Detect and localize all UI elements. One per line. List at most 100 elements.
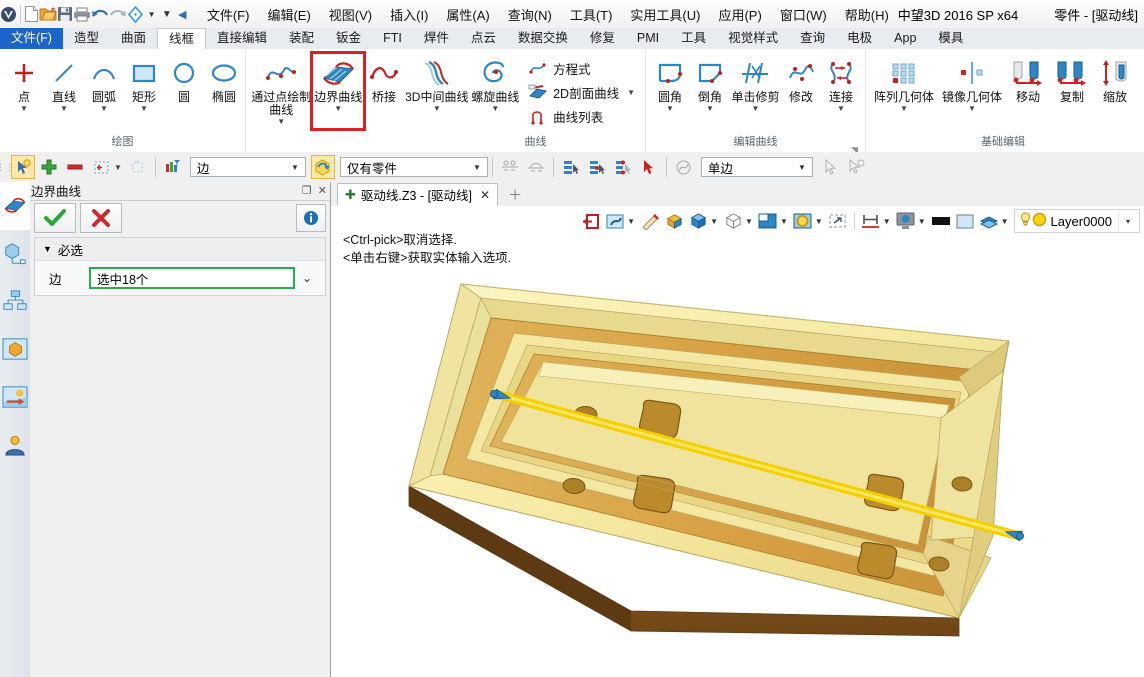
ribbon-tab-tools[interactable]: 工具 — [670, 28, 717, 49]
menu-application[interactable]: 应用(P) — [709, 2, 770, 27]
snap-icon[interactable] — [672, 155, 696, 179]
chevron-down-icon[interactable]: ▼ — [100, 105, 108, 113]
sidebar-item-part-preview[interactable] — [0, 326, 30, 374]
chevron-down-icon[interactable]: ▼ — [20, 105, 28, 113]
chevron-down-icon[interactable]: ▼ — [837, 105, 845, 113]
sidebar-item-boundary-curve[interactable] — [0, 182, 30, 230]
ribbon-tab-modeling[interactable]: 造型 — [63, 28, 110, 49]
new-tab-button[interactable]: ＋ — [498, 183, 532, 206]
collapse-arrow-icon[interactable]: ◀ — [175, 1, 190, 27]
chevron-down-icon[interactable]: ▼ — [60, 105, 68, 113]
customize-caret-icon[interactable]: ▼ — [159, 1, 174, 27]
dialog-launcher-icon[interactable]: ◥ — [850, 142, 859, 151]
edge-input-field[interactable]: 选中18个 — [89, 267, 295, 289]
chevron-down-icon[interactable]: ▼ — [491, 105, 499, 113]
ribbon-tab-wireframe[interactable]: 线框 — [157, 28, 206, 49]
open-folder-icon[interactable] — [39, 1, 57, 27]
ribbon-button-mirror-geometry[interactable]: 镜像几何体 ▼ — [938, 53, 1006, 113]
menu-file[interactable]: 文件(F) — [198, 2, 259, 27]
app-logo-icon[interactable] — [0, 1, 17, 27]
chevron-double-down-icon[interactable]: ⌄ — [295, 271, 319, 285]
chevron-down-icon[interactable]: ▼ — [900, 105, 908, 113]
ribbon-tab-visual-style[interactable]: 视觉样式 — [717, 28, 789, 49]
dropdown-caret-icon[interactable]: ▼ — [144, 1, 159, 27]
print-icon[interactable] — [73, 1, 91, 27]
document-tab[interactable]: ✚ 驱动线.Z3 - [驱动线] ✕ — [337, 183, 498, 206]
pointer-icon[interactable] — [637, 155, 661, 179]
ribbon-button-helix[interactable]: 螺旋曲线 ▼ — [470, 53, 522, 113]
ribbon-tab-direct-edit[interactable]: 直接编辑 — [206, 28, 278, 49]
scope-filter-combo[interactable]: 仅有零件 ▼ — [340, 157, 488, 177]
ribbon-tab-pmi[interactable]: PMI — [626, 28, 670, 49]
ribbon-button-join-curve[interactable]: 连接 ▼ — [821, 53, 861, 113]
sidebar-item-history-manager[interactable] — [0, 230, 30, 278]
chevron-down-icon[interactable]: ▼ — [43, 244, 52, 254]
sidebar-item-scene[interactable] — [0, 374, 30, 422]
required-section-header[interactable]: ▼ 必选 — [35, 238, 325, 261]
ribbon-button-equation[interactable]: 方程式 — [523, 56, 639, 80]
ribbon-button-3d-middle-curve[interactable]: 3D中间曲线 ▼ — [404, 53, 469, 113]
restore-icon[interactable]: ❐ — [302, 184, 312, 197]
edge-mode-combo[interactable]: 单边 ▼ — [701, 157, 813, 177]
chevron-down-icon[interactable]: ▼ — [433, 105, 441, 113]
sidebar-item-user[interactable] — [0, 422, 30, 470]
ok-button[interactable] — [34, 203, 76, 233]
ribbon-button-trim-click[interactable]: 单击修剪 ▼ — [730, 53, 781, 113]
ribbon-tab-fti[interactable]: FTI — [372, 28, 413, 49]
ribbon-button-bridge[interactable]: 桥接 — [364, 53, 404, 104]
chevron-down-icon[interactable]: ▼ — [968, 105, 976, 113]
menu-insert[interactable]: 插入(I) — [381, 2, 437, 27]
chevron-down-icon[interactable]: ▼ — [140, 105, 148, 113]
chevron-down-icon[interactable]: ▼ — [469, 163, 485, 172]
undo-icon[interactable] — [91, 1, 109, 27]
ribbon-button-scale[interactable]: 缩放 — [1094, 53, 1136, 104]
ribbon-button-2d-section-curve[interactable]: 2D剖面曲线 ▼ — [523, 80, 639, 104]
chevron-down-icon[interactable]: ▼ — [287, 163, 303, 172]
ribbon-tab-file[interactable]: 文件(F) — [0, 28, 63, 49]
pick-list-2-icon[interactable] — [585, 155, 609, 179]
ribbon-button-circle[interactable]: 圆 — [164, 53, 204, 104]
angle-ref-icon[interactable] — [524, 155, 548, 179]
info-button[interactable] — [296, 204, 326, 232]
ribbon-button-chamfer[interactable]: 倒角 ▼ — [690, 53, 730, 113]
toolbar-grip[interactable]: ⋮⋮ — [0, 157, 10, 177]
orient-icon[interactable] — [127, 1, 144, 27]
menu-view[interactable]: 视图(V) — [320, 2, 381, 27]
ribbon-button-curve-list[interactable]: 曲线列表 — [523, 104, 639, 128]
chevron-down-icon[interactable]: ▼ — [706, 105, 714, 113]
close-icon[interactable]: ✕ — [480, 188, 490, 202]
chevron-down-icon[interactable]: ▼ — [114, 163, 122, 172]
chevron-down-icon[interactable]: ▼ — [666, 105, 674, 113]
part-scope-icon[interactable] — [311, 155, 335, 179]
new-document-icon[interactable] — [24, 1, 39, 27]
ribbon-tab-pointcloud[interactable]: 点云 — [460, 28, 507, 49]
graphics-viewport[interactable]: ▼ ▼ ▼ ▼ ▼ — [331, 206, 1144, 677]
ribbon-tab-electrode[interactable]: 电极 — [836, 28, 883, 49]
ribbon-tab-data-exchange[interactable]: 数据交换 — [507, 28, 579, 49]
save-icon[interactable] — [57, 1, 73, 27]
chevron-down-icon[interactable]: ▼ — [794, 163, 810, 172]
filter-color-icon[interactable] — [161, 155, 185, 179]
ribbon-button-modify-curve[interactable]: 修改 — [781, 53, 821, 104]
ribbon-tab-sheetmetal[interactable]: 钣金 — [325, 28, 372, 49]
sidebar-item-assembly-tree[interactable] — [0, 278, 30, 326]
distance-ref-icon[interactable] — [498, 155, 522, 179]
menu-attribute[interactable]: 属性(A) — [437, 2, 498, 27]
ribbon-tab-surface[interactable]: 曲面 — [110, 28, 157, 49]
menu-help[interactable]: 帮助(H) — [836, 2, 898, 27]
chevron-down-icon[interactable]: ▼ — [334, 105, 342, 113]
cursor-settings-icon[interactable] — [845, 155, 869, 179]
ribbon-button-boundary-curve[interactable]: 边界曲线 ▼ — [312, 53, 364, 129]
menu-edit[interactable]: 编辑(E) — [258, 2, 319, 27]
ribbon-button-line[interactable]: 直线 ▼ — [44, 53, 84, 113]
chevron-down-icon[interactable]: ▼ — [277, 118, 285, 126]
ribbon-button-pattern-geometry[interactable]: 阵列几何体 ▼ — [870, 53, 938, 113]
ribbon-button-copy[interactable]: 复制 — [1050, 53, 1094, 104]
pick-filter-icon[interactable] — [11, 155, 35, 179]
ribbon-button-rectangle[interactable]: 矩形 ▼ — [124, 53, 164, 113]
ribbon-button-fillet[interactable]: 圆角 ▼ — [650, 53, 690, 113]
pick-list-3-icon[interactable] — [611, 155, 635, 179]
ribbon-tab-weldment[interactable]: 焊件 — [413, 28, 460, 49]
close-icon[interactable]: ✕ — [318, 184, 327, 197]
ribbon-button-point[interactable]: 点 ▼ — [4, 53, 44, 113]
